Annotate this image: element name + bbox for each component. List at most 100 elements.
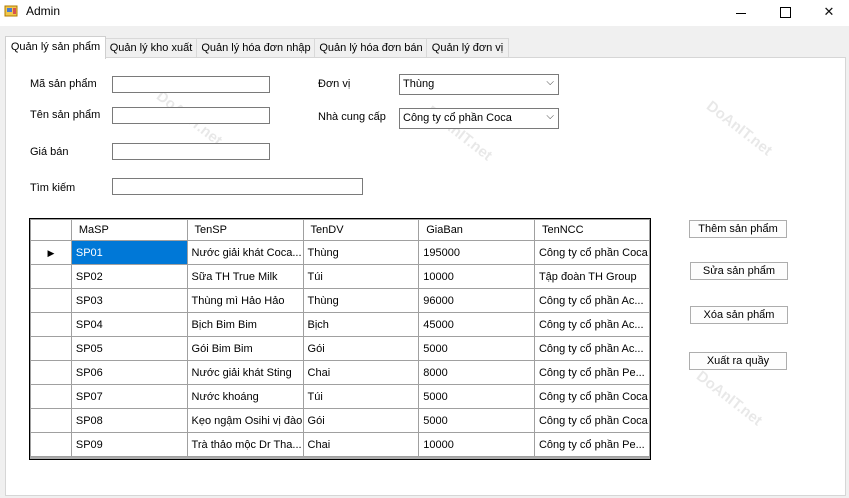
table-cell[interactable]: 195000: [418, 240, 535, 265]
tab-quan-ly-hoa-don-ban[interactable]: Quản lý hóa đơn bán: [314, 38, 428, 58]
table-cell[interactable]: Công ty cổ phần Ac...: [533, 288, 650, 313]
table-cell[interactable]: Thùng: [302, 240, 420, 265]
row-header[interactable]: [30, 384, 72, 409]
ma-san-pham-label: Mã sản phẩm: [30, 78, 97, 90]
window-title: Admin: [26, 4, 61, 18]
table-row[interactable]: SP03 Thùng mì Hảo Hảo Thùng 96000 Công t…: [30, 288, 650, 313]
table-row[interactable]: SP06 Nước giải khát Sting Chai 8000 Công…: [30, 360, 650, 385]
table-cell[interactable]: Chai: [302, 360, 420, 385]
ma-san-pham-input[interactable]: [112, 76, 270, 93]
table-cell[interactable]: SP01: [70, 240, 188, 265]
column-header[interactable]: MaSP: [70, 219, 188, 241]
table-cell[interactable]: 10000: [418, 264, 535, 289]
tab-quan-ly-hoa-don-nhap[interactable]: Quản lý hóa đơn nhập: [196, 38, 316, 58]
table-cell[interactable]: Sữa TH True Milk: [186, 264, 304, 289]
delete-product-button[interactable]: Xóa sản phẩm: [690, 306, 788, 324]
row-header[interactable]: [30, 432, 72, 457]
table-cell[interactable]: 5000: [418, 336, 535, 361]
edit-product-button[interactable]: Sửa sản phẩm: [690, 262, 788, 280]
table-cell[interactable]: Thùng mì Hảo Hảo: [186, 288, 304, 313]
tab-quan-ly-san-pham[interactable]: Quản lý sản phẩm: [5, 36, 106, 59]
column-header[interactable]: TenDV: [302, 219, 420, 241]
table-cell[interactable]: SP08: [70, 408, 188, 433]
search-input[interactable]: [112, 178, 363, 195]
row-header[interactable]: [30, 360, 72, 385]
table-cell[interactable]: SP05: [70, 336, 188, 361]
close-icon: ✕: [823, 4, 835, 19]
table-cell[interactable]: Túi: [302, 264, 420, 289]
current-row-pointer-icon: ▶: [47, 247, 55, 258]
table-cell[interactable]: Gói Bim Bim: [186, 336, 304, 361]
column-header[interactable]: TenNCC: [533, 219, 650, 241]
table-cell[interactable]: Gói: [302, 336, 420, 361]
table-row[interactable]: SP07 Nước khoáng Túi 5000 Công ty cổ phầ…: [30, 384, 650, 409]
table-cell[interactable]: Công ty cổ phần Coca: [533, 408, 650, 433]
table-cell[interactable]: Bịch: [302, 312, 420, 337]
table-cell[interactable]: SP09: [70, 432, 188, 457]
table-row[interactable]: SP09 Trà thảo mộc Dr Tha... Chai 10000 C…: [30, 432, 650, 457]
table-cell[interactable]: Kẹo ngậm Osihi vị đào: [186, 408, 304, 433]
ten-san-pham-input[interactable]: [112, 107, 270, 124]
column-header[interactable]: GiaBan: [418, 219, 535, 241]
row-header[interactable]: [30, 288, 72, 313]
table-cell[interactable]: Bịch Bim Bim: [186, 312, 304, 337]
app-icon: [4, 5, 18, 17]
gia-ban-label: Giá bán: [30, 146, 69, 158]
table-cell[interactable]: Chai: [302, 432, 420, 457]
table-cell[interactable]: Tập đoàn TH Group: [533, 264, 650, 289]
chevron-down-icon: ⌵: [546, 111, 554, 122]
nha-cung-cap-select[interactable]: Công ty cổ phần Coca ⌵: [399, 108, 559, 129]
add-product-button[interactable]: Thêm sản phẩm: [689, 220, 787, 238]
table-cell[interactable]: Thùng: [302, 288, 420, 313]
tab-quan-ly-kho-xuat[interactable]: Quản lý kho xuất: [104, 38, 198, 58]
table-cell[interactable]: SP07: [70, 384, 188, 409]
title-bar: Admin ✕: [0, 0, 849, 26]
export-to-counter-button[interactable]: Xuất ra quầy: [689, 352, 787, 370]
tab-quan-ly-don-vi[interactable]: Quản lý đơn vị: [426, 38, 509, 58]
table-cell[interactable]: Nước giải khát Sting: [186, 360, 304, 385]
table-cell[interactable]: Công ty cổ phần Ac...: [533, 336, 650, 361]
column-header[interactable]: TenSP: [186, 219, 304, 241]
ten-san-pham-label: Tên sản phẩm: [30, 109, 101, 121]
maximize-button[interactable]: [762, 0, 808, 26]
table-cell[interactable]: Túi: [302, 384, 420, 409]
row-header[interactable]: ▶: [30, 240, 72, 265]
table-cell[interactable]: 96000: [418, 288, 535, 313]
gia-ban-input[interactable]: [112, 143, 270, 160]
table-row[interactable]: SP04 Bịch Bim Bim Bịch 45000 Công ty cổ …: [30, 312, 650, 337]
table-cell[interactable]: SP06: [70, 360, 188, 385]
don-vi-value: Thùng: [403, 78, 435, 90]
table-row[interactable]: SP08 Kẹo ngậm Osihi vị đào Gói 5000 Công…: [30, 408, 650, 433]
close-button[interactable]: ✕: [806, 0, 849, 26]
product-grid[interactable]: MaSP TenSP TenDV GiaBan TenNCC ▶ SP01 Nư…: [29, 218, 651, 460]
table-cell[interactable]: 5000: [418, 408, 535, 433]
table-cell[interactable]: 5000: [418, 384, 535, 409]
grid-header-row: MaSP TenSP TenDV GiaBan TenNCC: [30, 219, 650, 241]
chevron-down-icon: ⌵: [546, 77, 554, 88]
table-cell[interactable]: SP02: [70, 264, 188, 289]
table-row[interactable]: SP02 Sữa TH True Milk Túi 10000 Tập đoàn…: [30, 264, 650, 289]
maximize-icon: [780, 7, 791, 18]
table-cell[interactable]: 10000: [418, 432, 535, 457]
table-cell[interactable]: Công ty cổ phần Ac...: [533, 312, 650, 337]
don-vi-select[interactable]: Thùng ⌵: [399, 74, 559, 95]
minimize-button[interactable]: [718, 0, 764, 26]
table-cell[interactable]: Trà thảo mộc Dr Tha...: [186, 432, 304, 457]
table-cell[interactable]: Nước giải khát Coca...: [186, 240, 304, 265]
row-header[interactable]: [30, 264, 72, 289]
row-header[interactable]: [30, 408, 72, 433]
table-cell[interactable]: Gói: [302, 408, 420, 433]
table-cell[interactable]: Công ty cổ phần Coca: [533, 384, 650, 409]
table-row[interactable]: ▶ SP01 Nước giải khát Coca... Thùng 1950…: [30, 240, 650, 265]
row-header[interactable]: [30, 336, 72, 361]
table-row[interactable]: SP05 Gói Bim Bim Gói 5000 Công ty cổ phầ…: [30, 336, 650, 361]
table-cell[interactable]: 45000: [418, 312, 535, 337]
table-cell[interactable]: Nước khoáng: [186, 384, 304, 409]
table-cell[interactable]: SP04: [70, 312, 188, 337]
table-cell[interactable]: SP03: [70, 288, 188, 313]
table-cell[interactable]: Công ty cổ phần Coca: [533, 240, 650, 265]
table-cell[interactable]: Công ty cổ phần Pe...: [533, 360, 650, 385]
table-cell[interactable]: Công ty cổ phần Pe...: [533, 432, 650, 457]
table-cell[interactable]: 8000: [418, 360, 535, 385]
row-header[interactable]: [30, 312, 72, 337]
